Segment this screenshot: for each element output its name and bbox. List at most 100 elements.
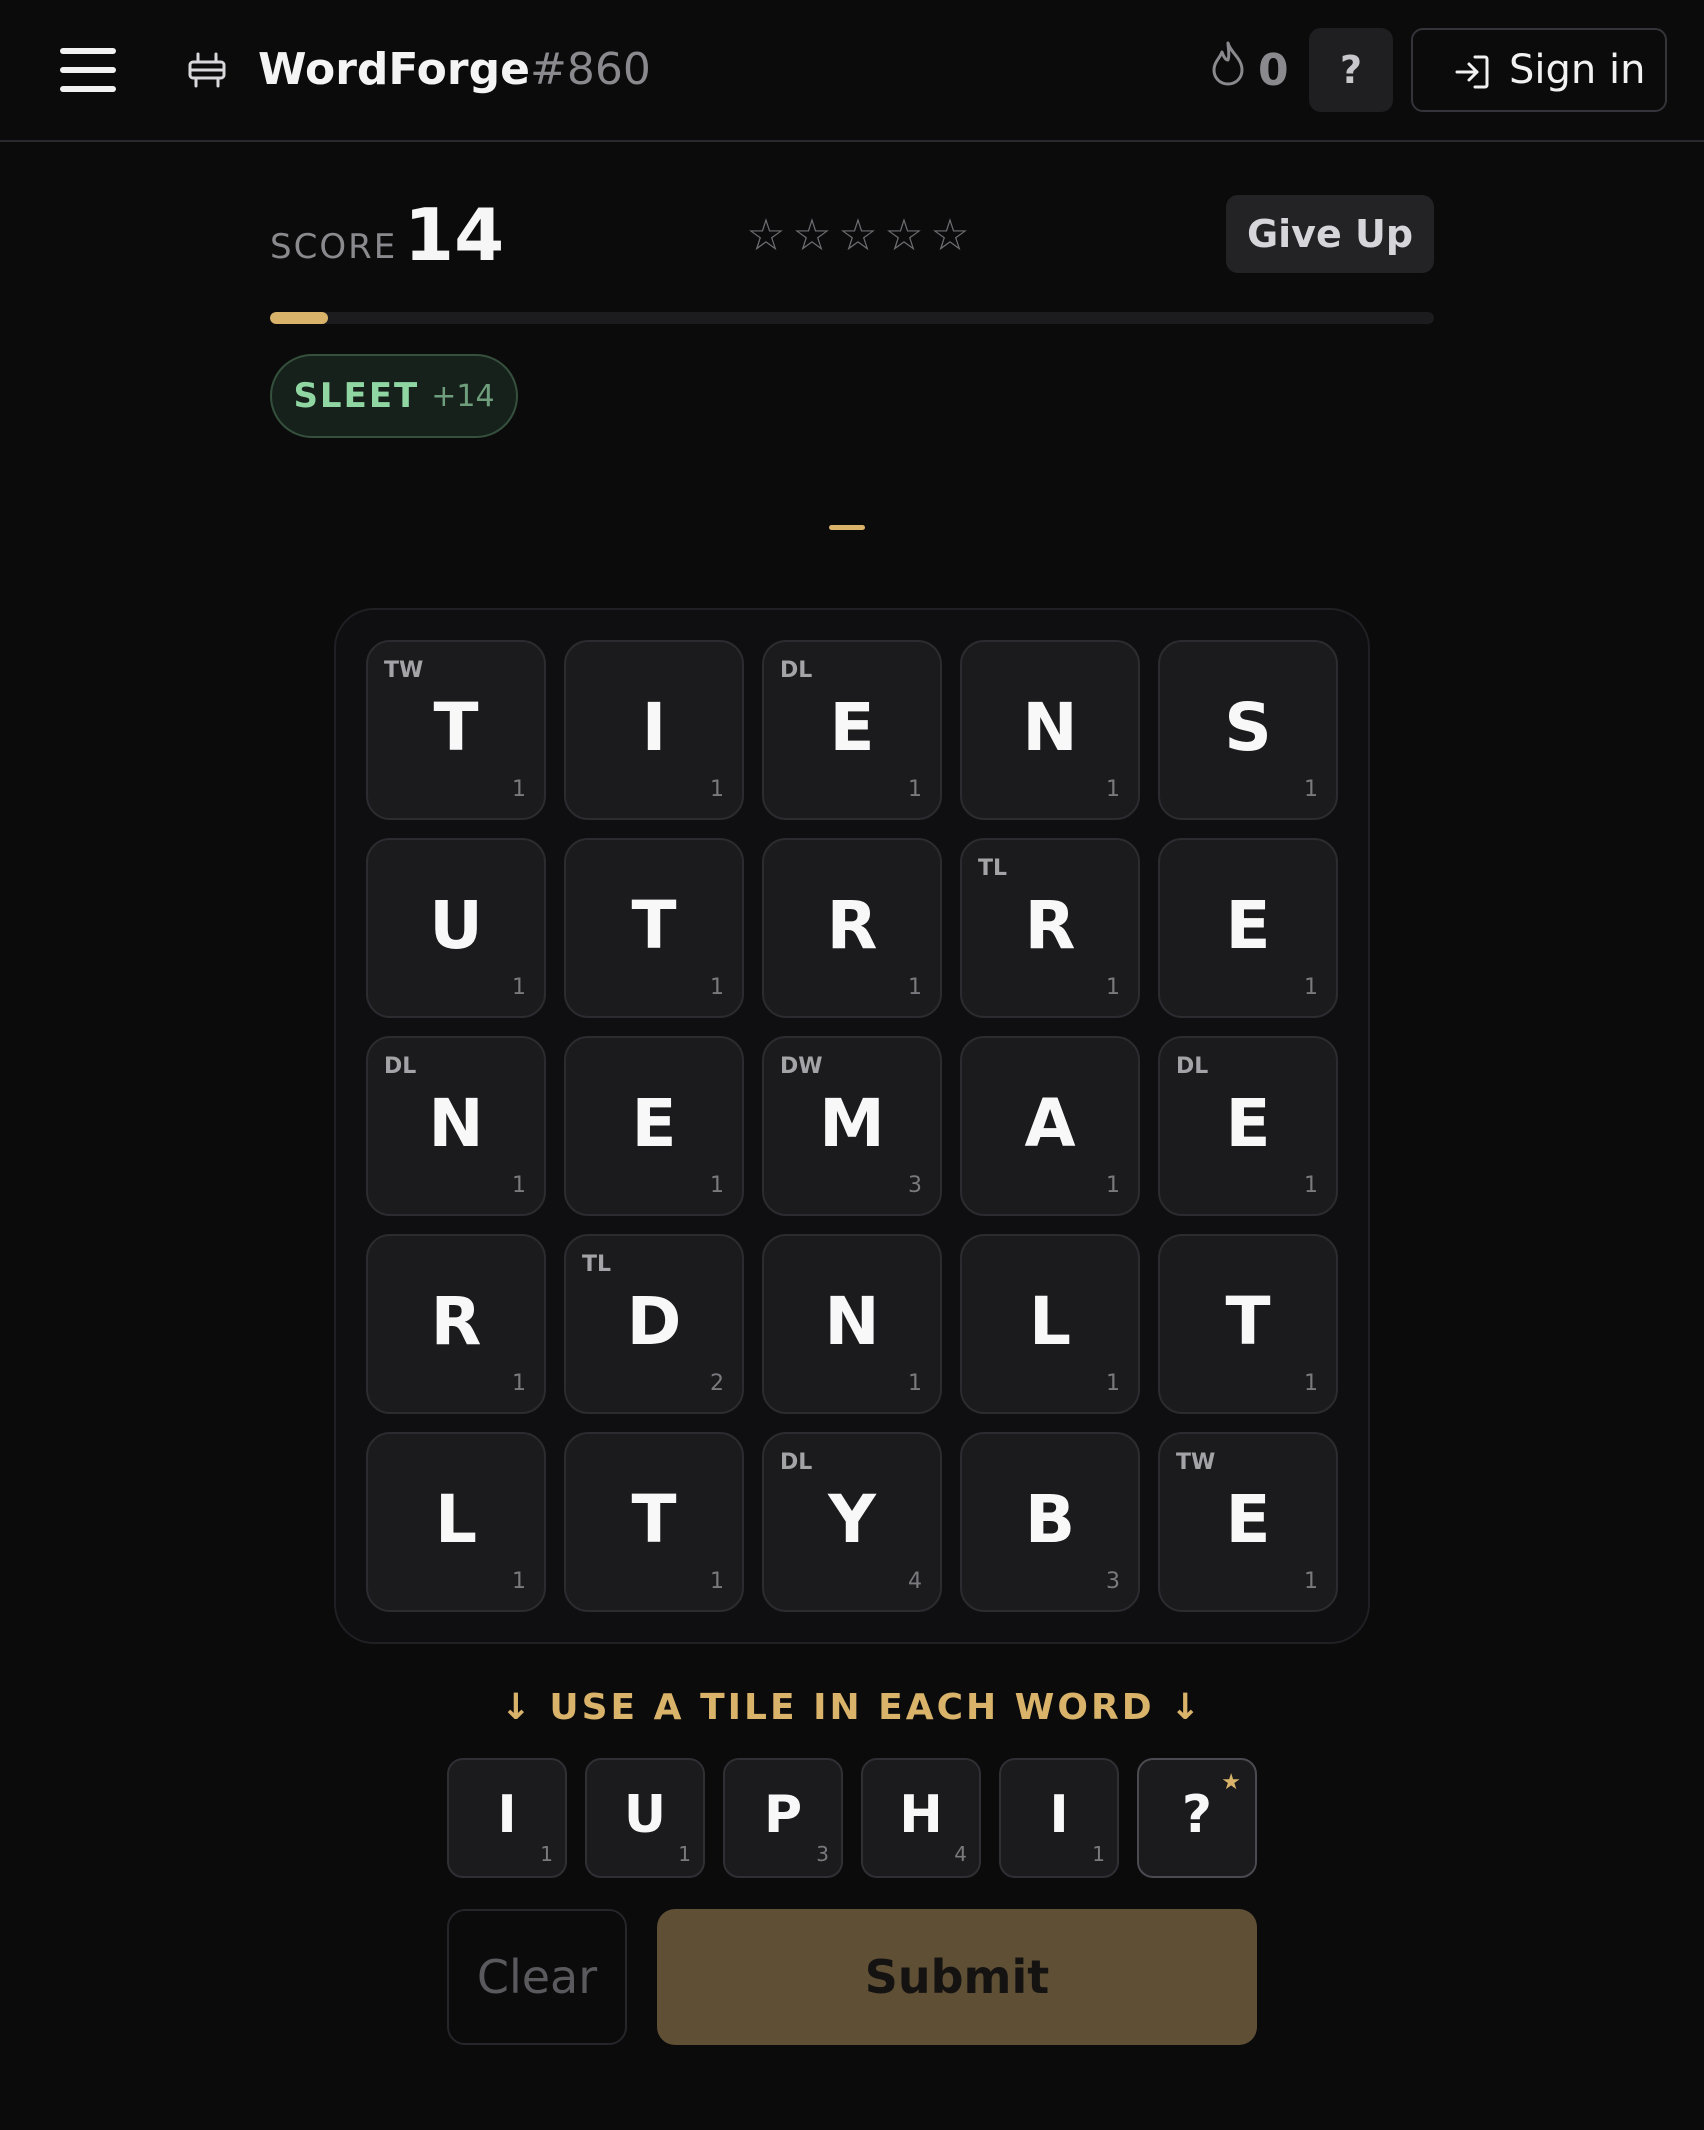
tile-points: 1 xyxy=(512,777,526,802)
rack-tile-wildcard[interactable]: ? ★ xyxy=(1137,1758,1257,1878)
current-word-cursor xyxy=(829,525,865,530)
tile-letter: I xyxy=(641,689,667,766)
tile-letter: U xyxy=(429,887,483,964)
board-tile[interactable]: DW M 3 xyxy=(762,1036,942,1216)
tile-points: 1 xyxy=(512,1173,526,1198)
star-icon: ☆ xyxy=(792,210,832,261)
found-word: SLEET xyxy=(293,376,420,416)
board-tile[interactable]: TW T 1 xyxy=(366,640,546,820)
tile-bonus: DL xyxy=(1176,1054,1209,1079)
hamburger-menu-icon[interactable] xyxy=(60,48,116,92)
tile-bonus: TL xyxy=(582,1252,612,1277)
board-tile[interactable]: DL E 1 xyxy=(762,640,942,820)
board-tile[interactable]: I1 xyxy=(564,640,744,820)
tile-bonus: DL xyxy=(780,1450,813,1475)
tile-bonus: DL xyxy=(384,1054,417,1079)
rack-tile-points: 1 xyxy=(678,1842,691,1866)
board-tile[interactable]: N1 xyxy=(960,640,1140,820)
rack-tile[interactable]: H4 xyxy=(861,1758,981,1878)
help-button[interactable]: ? xyxy=(1309,28,1393,112)
score-value: 14 xyxy=(404,193,505,277)
rack-tile[interactable]: U1 xyxy=(585,1758,705,1878)
star-icon: ☆ xyxy=(838,210,878,261)
tile-letter: E xyxy=(1225,1085,1271,1162)
tile-letter: L xyxy=(1028,1283,1072,1360)
app-title: WordForge xyxy=(258,44,530,95)
tile-points: 1 xyxy=(1304,1569,1318,1594)
tile-points: 3 xyxy=(908,1173,922,1198)
rack-tile[interactable]: I1 xyxy=(999,1758,1119,1878)
tile-points: 1 xyxy=(512,975,526,1000)
board-tile[interactable]: T1 xyxy=(564,1432,744,1612)
letter-board: TW T 1 I 1 DL E 1 N 1 S 1 U 1 T 1 R 1 TL R 1 E 1 DL N 1 E 1 DW M 3 A 1 DL… xyxy=(334,608,1370,1644)
found-word-points: +14 xyxy=(431,378,495,414)
streak-count: 0 xyxy=(1258,45,1289,96)
give-up-button[interactable]: Give Up xyxy=(1226,195,1434,273)
found-word-chip[interactable]: SLEET +14 xyxy=(270,354,518,438)
tile-points: 1 xyxy=(1106,1173,1120,1198)
tile-points: 1 xyxy=(908,975,922,1000)
rack-tile-points: 1 xyxy=(540,1842,553,1866)
board-tile[interactable]: B3 xyxy=(960,1432,1140,1612)
rack-tile-letter: P xyxy=(763,1785,803,1845)
tile-points: 1 xyxy=(1304,1173,1318,1198)
board-tile[interactable]: T1 xyxy=(1158,1234,1338,1414)
score-progress-bar xyxy=(270,312,1434,324)
tile-letter: S xyxy=(1224,689,1272,766)
rack-tile-letter: I xyxy=(497,1785,517,1845)
board-tile[interactable]: L1 xyxy=(960,1234,1140,1414)
tile-points: 1 xyxy=(1304,1371,1318,1396)
puzzle-number: #860 xyxy=(530,44,651,95)
board-tile[interactable]: U1 xyxy=(366,838,546,1018)
rack-tile[interactable]: P3 xyxy=(723,1758,843,1878)
tile-points: 3 xyxy=(1106,1569,1120,1594)
tile-letter: Y xyxy=(828,1481,876,1558)
tile-points: 1 xyxy=(512,1371,526,1396)
board-tile[interactable]: N1 xyxy=(762,1234,942,1414)
instruction-text: ↓ USE A TILE IN EACH WORD ↓ xyxy=(500,1687,1204,1728)
tile-letter: N xyxy=(1022,689,1078,766)
tile-points: 1 xyxy=(710,1569,724,1594)
tile-points: 1 xyxy=(710,1173,724,1198)
tile-letter: R xyxy=(1024,887,1076,964)
board-tile[interactable]: T1 xyxy=(564,838,744,1018)
board-tile[interactable]: E1 xyxy=(564,1036,744,1216)
tile-points: 1 xyxy=(710,777,724,802)
tile-letter: M xyxy=(819,1085,885,1162)
tile-letter: E xyxy=(1225,887,1271,964)
submit-button[interactable]: Submit xyxy=(657,1909,1257,2045)
sign-in-button[interactable]: Sign in xyxy=(1411,28,1667,112)
tile-bonus: DW xyxy=(780,1054,823,1079)
tile-letter: T xyxy=(1225,1283,1271,1360)
board-tile[interactable]: TW E 1 xyxy=(1158,1432,1338,1612)
board-tile[interactable]: E1 xyxy=(1158,838,1338,1018)
tile-letter: L xyxy=(434,1481,478,1558)
tile-points: 1 xyxy=(1304,777,1318,802)
board-tile[interactable]: R1 xyxy=(762,838,942,1018)
clear-button[interactable]: Clear xyxy=(447,1909,627,2045)
tile-points: 1 xyxy=(710,975,724,1000)
board-tile[interactable]: S1 xyxy=(1158,640,1338,820)
board-tile[interactable]: TL R 1 xyxy=(960,838,1140,1018)
board-tile[interactable]: DL Y 4 xyxy=(762,1432,942,1612)
tile-letter: T xyxy=(631,1481,677,1558)
board-tile[interactable]: L1 xyxy=(366,1432,546,1612)
sign-in-icon xyxy=(1455,55,1489,89)
rack-tile[interactable]: I1 xyxy=(447,1758,567,1878)
star-icon: ☆ xyxy=(746,210,786,261)
board-tile[interactable]: TL D 2 xyxy=(564,1234,744,1414)
tile-points: 4 xyxy=(908,1569,922,1594)
score-progress-fill xyxy=(270,312,329,324)
board-tile[interactable]: A1 xyxy=(960,1036,1140,1216)
tile-letter: T xyxy=(433,689,479,766)
tile-letter: D xyxy=(626,1283,682,1360)
board-tile[interactable]: DL E 1 xyxy=(1158,1036,1338,1216)
tile-points: 1 xyxy=(1304,975,1318,1000)
tile-points: 2 xyxy=(710,1371,724,1396)
board-tile[interactable]: DL N 1 xyxy=(366,1036,546,1216)
tile-letter: R xyxy=(826,887,878,964)
top-bar: WordForge #860 0 ? Sign in xyxy=(0,0,1704,142)
sign-in-label: Sign in xyxy=(1509,47,1646,93)
board-tile[interactable]: R1 xyxy=(366,1234,546,1414)
rack-tile-points: 1 xyxy=(1092,1842,1105,1866)
